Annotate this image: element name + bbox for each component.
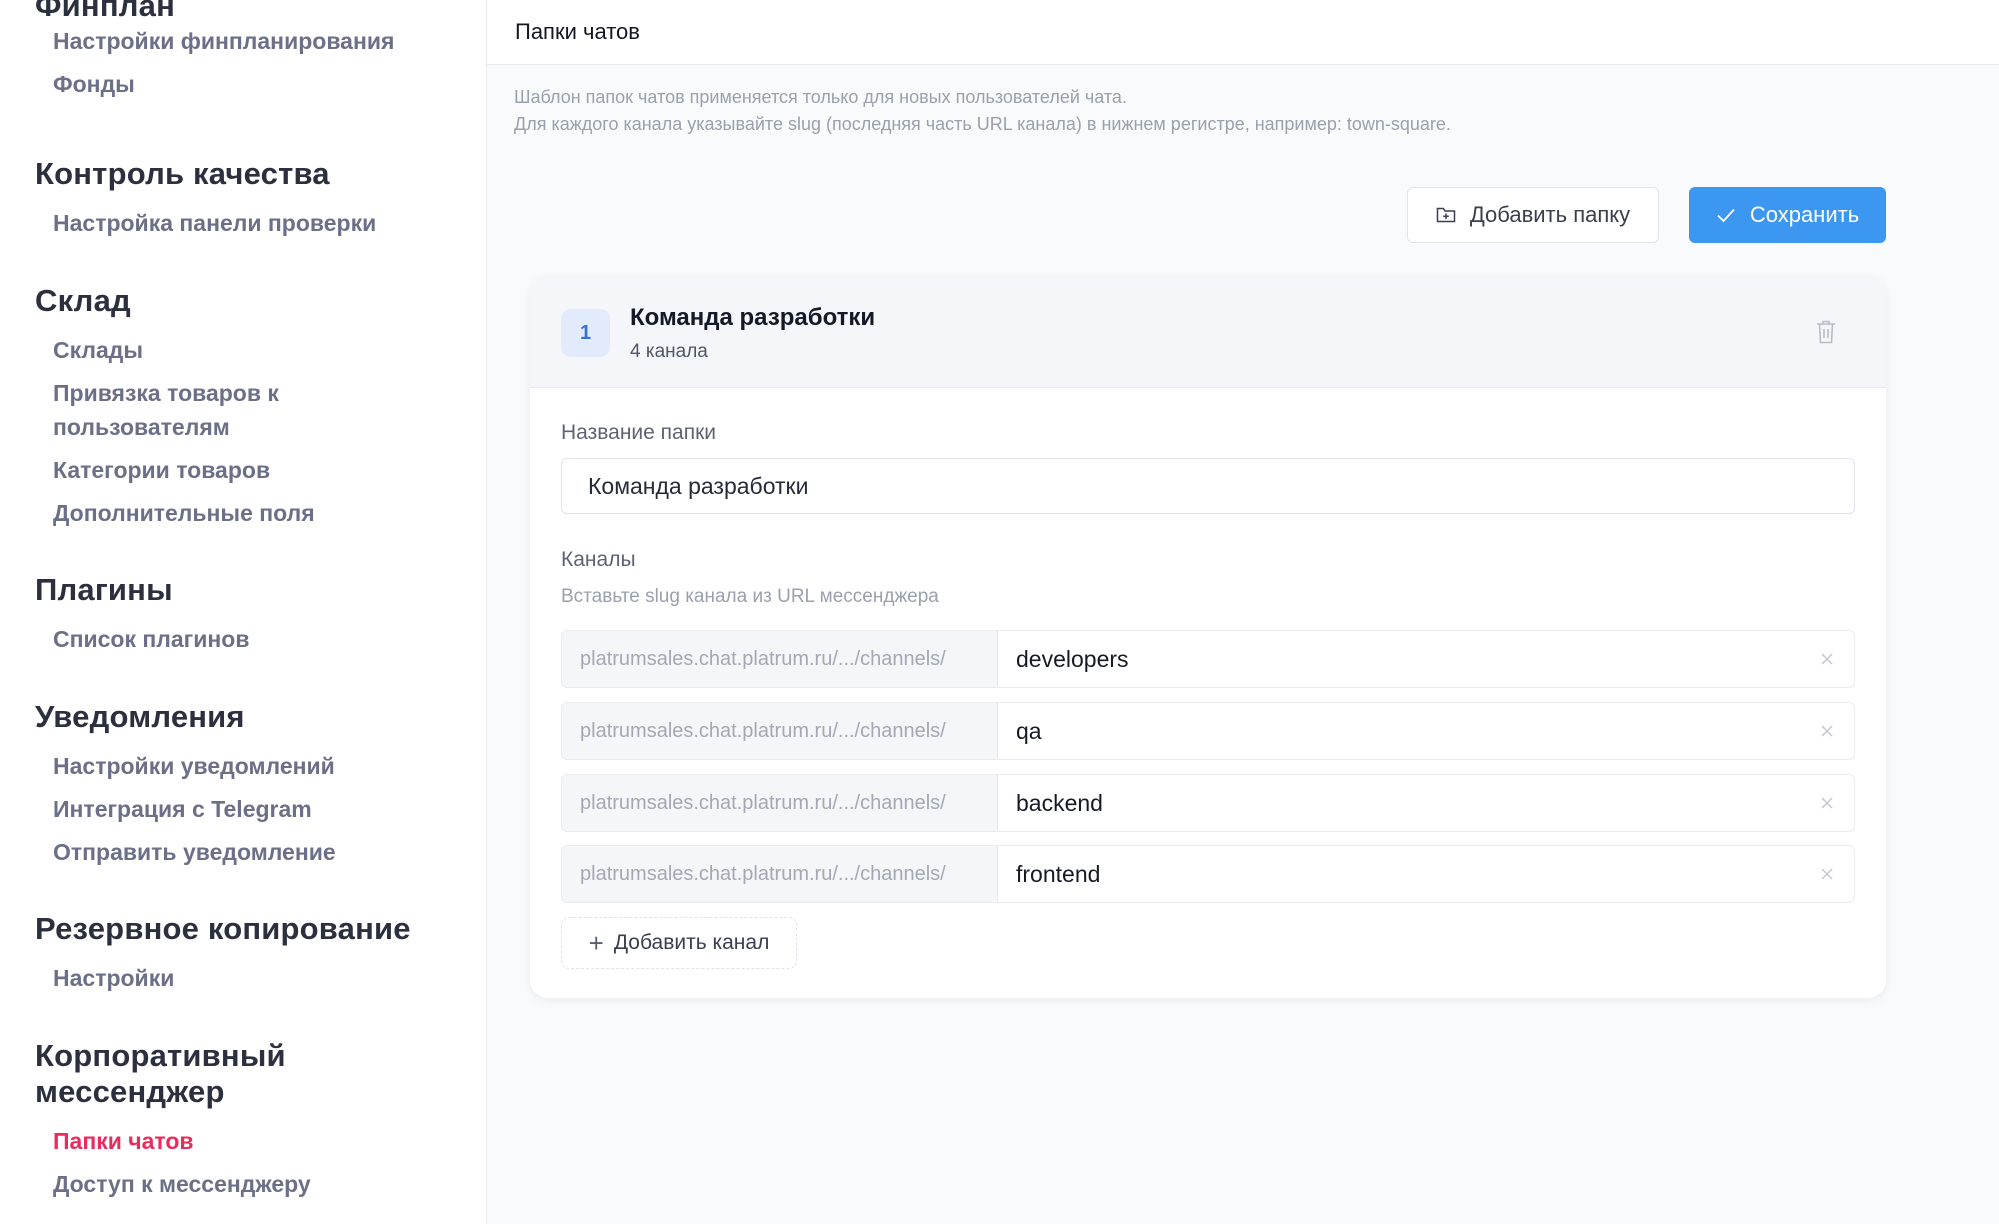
sidebar-item-warehouses[interactable]: Склады — [35, 333, 335, 367]
close-icon[interactable] — [1800, 631, 1854, 687]
sidebar-item-product-categories[interactable]: Категории товаров — [35, 453, 335, 487]
sidebar-item-chat-folders[interactable]: Папки чатов — [35, 1124, 355, 1158]
top-bar: Папки чатов — [487, 0, 1999, 65]
sidebar-section-title: Корпоративный мессенджер — [35, 1038, 286, 1109]
folder-number-badge: 1 — [561, 309, 610, 357]
sidebar-section-quality: Контроль качества Настройка панели прове… — [35, 156, 376, 249]
channel-row: platrumsales.chat.platrum.ru/.../channel… — [561, 845, 1855, 903]
close-icon[interactable] — [1800, 846, 1854, 902]
add-channel-label: Добавить канал — [613, 931, 770, 954]
channel-row: platrumsales.chat.platrum.ru/.../channel… — [561, 630, 1855, 688]
folder-title: Команда разработки — [630, 304, 876, 331]
sidebar-item-backup-settings[interactable]: Настройки — [35, 961, 411, 995]
plus-icon: + — [588, 927, 604, 958]
sidebar-item-review-panel[interactable]: Настройка панели проверки — [35, 206, 376, 240]
sidebar-section-warehouse: Склад Склады Привязка товаров к пользова… — [35, 283, 335, 539]
save-label: Сохранить — [1749, 202, 1860, 227]
sidebar-item-funds[interactable]: Фонды — [35, 67, 394, 101]
sidebar-item-send-notification[interactable]: Отправить уведомление — [35, 835, 336, 869]
sidebar-section-backup: Резервное копирование Настройки — [35, 911, 411, 1004]
page-title: Папки чатов — [515, 19, 640, 44]
channel-row: platrumsales.chat.platrum.ru/.../channel… — [561, 774, 1855, 832]
folder-card-header[interactable]: 1 Команда разработки 4 канала — [530, 278, 1886, 388]
main-content: Папки чатов Шаблон папок чатов применяет… — [487, 0, 1999, 1224]
sidebar-item-notification-settings[interactable]: Настройки уведомлений — [35, 749, 336, 783]
hint-line-2: Для каждого канала указывайте slug (посл… — [514, 114, 1451, 134]
sidebar-section-title: Резервное копирование — [35, 911, 411, 946]
folder-channel-count: 4 канала — [630, 341, 708, 362]
channels-helper-text: Вставьте slug канала из URL мессенджера — [561, 586, 939, 607]
close-icon[interactable] — [1800, 703, 1854, 759]
sidebar-section-title: Склад — [35, 283, 131, 318]
sidebar-section-messenger: Корпоративный мессенджер Папки чатов Дос… — [35, 1038, 355, 1210]
check-icon — [1716, 207, 1736, 223]
folder-card: 1 Команда разработки 4 канала Название п… — [530, 278, 1886, 998]
channel-url-prefix: platrumsales.chat.platrum.ru/.../channel… — [562, 775, 998, 831]
sidebar-section-title: Плагины — [35, 572, 173, 607]
sidebar: Финплан Настройки финпланирования Фонды … — [0, 0, 487, 1224]
sidebar-section-plugins: Плагины Список плагинов — [35, 572, 249, 665]
hint-line-1: Шаблон папок чатов применяется только дл… — [514, 87, 1127, 107]
channel-row: platrumsales.chat.platrum.ru/.../channel… — [561, 702, 1855, 760]
sidebar-section-finplan: Финплан Настройки финпланирования Фонды — [35, 0, 394, 110]
info-hint: Шаблон папок чатов применяется только дл… — [514, 84, 1451, 138]
sidebar-item-finplan-settings[interactable]: Настройки финпланирования — [35, 24, 394, 58]
sidebar-item-plugin-list[interactable]: Список плагинов — [35, 622, 249, 656]
channel-slug-input[interactable]: frontend — [998, 846, 1800, 902]
sidebar-item-product-binding[interactable]: Привязка товаров к пользователям — [35, 376, 335, 444]
sidebar-item-telegram[interactable]: Интеграция с Telegram — [35, 792, 336, 826]
sidebar-section-title: Уведомления — [35, 699, 245, 734]
sidebar-section-title: Контроль качества — [35, 156, 330, 191]
channel-slug-input[interactable]: developers — [998, 631, 1800, 687]
close-icon[interactable] — [1800, 775, 1854, 831]
sidebar-item-messenger-access[interactable]: Доступ к мессенджеру — [35, 1167, 355, 1201]
add-folder-label: Добавить папку — [1469, 202, 1631, 227]
save-button[interactable]: Сохранить — [1689, 187, 1886, 243]
trash-icon[interactable] — [1815, 319, 1837, 350]
folder-plus-icon — [1436, 206, 1456, 224]
channel-slug-input[interactable]: backend — [998, 775, 1800, 831]
folder-name-label: Название папки — [561, 421, 717, 444]
add-folder-button[interactable]: Добавить папку — [1407, 187, 1659, 243]
add-channel-button[interactable]: + Добавить канал — [561, 917, 797, 969]
sidebar-section-notifications: Уведомления Настройки уведомлений Интегр… — [35, 699, 336, 878]
sidebar-item-extra-fields[interactable]: Дополнительные поля — [35, 496, 335, 530]
folder-name-input[interactable]: Команда разработки — [561, 458, 1855, 514]
channel-url-prefix: platrumsales.chat.platrum.ru/.../channel… — [562, 631, 998, 687]
sidebar-section-title: Финплан — [35, 0, 176, 23]
channel-url-prefix: platrumsales.chat.platrum.ru/.../channel… — [562, 846, 998, 902]
channels-label: Каналы — [561, 548, 636, 571]
channel-url-prefix: platrumsales.chat.platrum.ru/.../channel… — [562, 703, 998, 759]
channel-slug-input[interactable]: qa — [998, 703, 1800, 759]
